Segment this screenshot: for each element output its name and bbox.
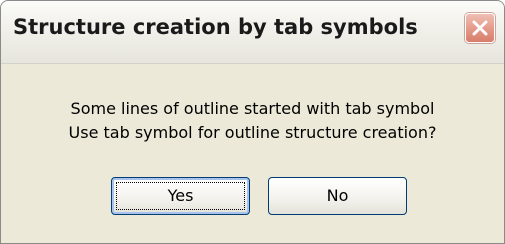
- no-button[interactable]: No: [268, 177, 407, 215]
- message-text: Some lines of outline started with tab s…: [1, 97, 504, 145]
- yes-button-label: Yes: [167, 186, 194, 205]
- close-icon: [472, 20, 488, 36]
- title-bar[interactable]: Structure creation by tab symbols: [1, 1, 504, 64]
- no-button-label: No: [326, 186, 349, 205]
- close-button[interactable]: [465, 13, 495, 43]
- message-line-2: Use tab symbol for outline structure cre…: [68, 123, 437, 142]
- message-line-1: Some lines of outline started with tab s…: [70, 99, 435, 118]
- window-title: Structure creation by tab symbols: [13, 15, 418, 39]
- yes-button[interactable]: Yes: [111, 177, 250, 215]
- dialog-window: Structure creation by tab symbols Some l…: [0, 0, 505, 244]
